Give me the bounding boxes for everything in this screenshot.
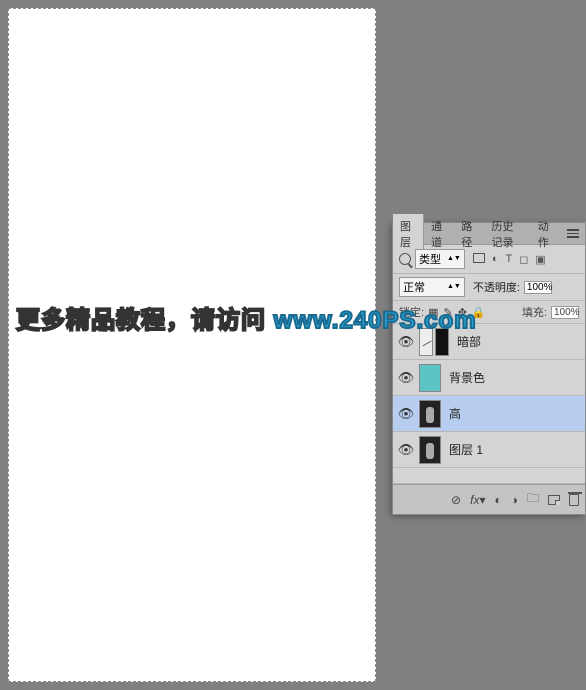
filter-shape-icon[interactable]: ◻ <box>519 253 528 266</box>
filter-type-icon[interactable]: T <box>506 253 513 266</box>
layer-thumbnail <box>419 400 441 428</box>
new-layer-icon[interactable] <box>548 495 560 505</box>
delete-layer-icon[interactable] <box>569 494 579 506</box>
fill-label: 填充: <box>522 304 547 320</box>
blend-mode-select[interactable]: 正常 ▲▼ <box>399 277 465 297</box>
layers-list: 👁 暗部 👁 背景色 👁 高 👁 图层 1 <box>393 324 585 484</box>
tab-paths[interactable]: 路径 <box>454 214 484 254</box>
add-mask-icon[interactable]: ◐ <box>494 493 501 507</box>
visibility-eye-icon[interactable]: 👁 <box>397 442 415 458</box>
search-icon <box>399 253 411 265</box>
opacity-input[interactable]: 100% <box>524 281 552 294</box>
fill-input[interactable]: 100% <box>551 306 579 319</box>
filter-type-select[interactable]: 类型 ▲▼ <box>415 249 465 269</box>
layer-name[interactable]: 背景色 <box>449 369 485 386</box>
opacity-label: 不透明度: <box>473 279 520 295</box>
tab-channels[interactable]: 通道 <box>424 214 454 254</box>
visibility-eye-icon[interactable]: 👁 <box>397 406 415 422</box>
tab-layers[interactable]: 图层 <box>393 214 424 254</box>
layer-row-high[interactable]: 👁 高 <box>393 396 585 432</box>
layer-thumbnail <box>419 436 441 464</box>
watermark-url: www.240PS.com <box>274 307 477 334</box>
layer-name[interactable]: 高 <box>449 405 461 422</box>
blend-row: 正常 ▲▼ 不透明度: 100% <box>393 274 585 301</box>
visibility-eye-icon[interactable]: 👁 <box>397 334 415 350</box>
tab-actions[interactable]: 动作 <box>531 214 561 254</box>
layers-panel: 图层 通道 路径 历史记录 动作 类型 ▲▼ ◐ T ◻ ▣ 正常 ▲▼ 不透明… <box>392 222 586 515</box>
watermark-text: 更多精品教程，请访问 <box>16 307 274 334</box>
blend-mode-value: 正常 <box>403 279 425 295</box>
tab-history[interactable]: 历史记录 <box>485 214 531 254</box>
layer-row-bgcolor[interactable]: 👁 背景色 <box>393 360 585 396</box>
visibility-eye-icon[interactable]: 👁 <box>397 370 415 386</box>
layer-row-layer1[interactable]: 👁 图层 1 <box>393 432 585 468</box>
dropdown-arrows-icon: ▲▼ <box>447 257 461 261</box>
filter-icons: ◐ T ◻ ▣ <box>473 253 546 266</box>
layer-fx-icon[interactable]: fx▾ <box>470 493 485 507</box>
panel-menu-icon[interactable] <box>561 229 585 238</box>
layer-thumbnail <box>419 364 441 392</box>
filter-adjustment-icon[interactable]: ◐ <box>492 253 499 266</box>
layer-name[interactable]: 图层 1 <box>449 441 483 458</box>
layer-name[interactable]: 暗部 <box>457 333 481 350</box>
layers-footer: ⊘ fx▾ ◐ ◑ 🗀 <box>393 484 585 514</box>
group-icon[interactable]: 🗀 <box>527 489 539 510</box>
filter-type-label: 类型 <box>419 251 441 267</box>
canvas-area[interactable] <box>8 8 376 682</box>
link-layers-icon[interactable]: ⊘ <box>451 493 461 507</box>
adjustment-layer-icon[interactable]: ◑ <box>511 493 518 507</box>
filter-pixel-icon[interactable] <box>473 253 485 263</box>
layer-row-partial <box>393 468 585 484</box>
filter-smart-icon[interactable]: ▣ <box>535 253 545 266</box>
panel-tabs: 图层 通道 路径 历史记录 动作 <box>393 223 585 245</box>
dropdown-arrows-icon: ▲▼ <box>447 285 461 289</box>
watermark: 更多精品教程，请访问 www.240PS.com <box>16 300 477 335</box>
